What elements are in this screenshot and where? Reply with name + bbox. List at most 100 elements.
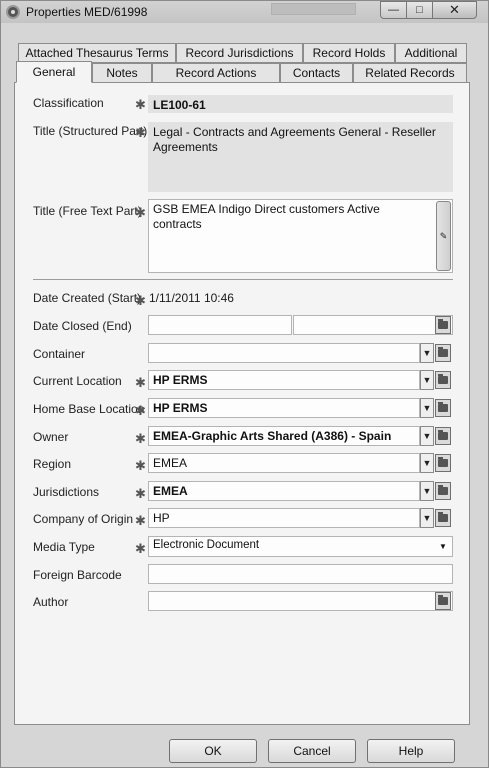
company-of-origin-field[interactable]: HP [148, 508, 420, 528]
region-label: Region [33, 457, 72, 471]
calendar-button[interactable] [435, 316, 451, 334]
foreign-barcode-field[interactable] [148, 564, 453, 584]
folder-icon [438, 595, 448, 605]
chevron-down-icon: ▼ [422, 431, 432, 441]
date-created-label: Date Created (Start) [33, 291, 142, 305]
minimize-icon: — [388, 4, 399, 16]
home-base-location-field[interactable]: HP ERMS [148, 398, 420, 418]
tab-record-actions[interactable]: Record Actions [152, 63, 280, 83]
asterisk-icon: ✱ [135, 458, 146, 473]
author-field[interactable] [148, 591, 453, 611]
current-location-browse-button[interactable] [435, 371, 451, 389]
tab-record-jurisdictions[interactable]: Record Jurisdictions [176, 43, 303, 63]
title-free-field[interactable]: GSB EMEA Indigo Direct customers Active … [148, 199, 453, 273]
background-window-ghost [271, 3, 356, 15]
chevron-down-icon: ▼ [422, 486, 432, 496]
asterisk-icon: ✱ [135, 486, 146, 501]
tab-additional[interactable]: Additional [395, 43, 467, 63]
home-base-location-label: Home Base Location [33, 402, 145, 416]
folder-icon [438, 374, 448, 384]
asterisk-icon: ✱ [135, 205, 146, 220]
jurisdictions-field[interactable]: EMEA [148, 481, 420, 501]
help-button[interactable]: Help [367, 739, 455, 763]
classification-label: Classification [33, 96, 104, 110]
folder-icon [438, 347, 448, 357]
jurisdictions-browse-button[interactable] [435, 482, 451, 500]
properties-window: Properties MED/61998 — □ ✕ Attached Thes… [0, 0, 489, 768]
jurisdictions-label: Jurisdictions [33, 485, 100, 499]
owner-field[interactable]: EMEA-Graphic Arts Shared (A386) - Spain [148, 426, 420, 446]
tab-record-holds[interactable]: Record Holds [303, 43, 395, 63]
date-created-value: 1/11/2011 10:46 [149, 291, 234, 305]
owner-label: Owner [33, 430, 69, 444]
region-dropdown[interactable]: ▼ [420, 453, 434, 473]
asterisk-icon: ✱ [135, 97, 146, 112]
home-base-location-browse-button[interactable] [435, 399, 451, 417]
company-of-origin-browse-button[interactable] [435, 509, 451, 527]
company-of-origin-label: Company of Origin [33, 512, 134, 526]
maximize-button[interactable]: □ [406, 1, 433, 19]
chevron-down-icon: ▼ [439, 542, 447, 551]
calendar-icon [438, 319, 448, 329]
separator [33, 279, 453, 280]
asterisk-icon: ✱ [135, 431, 146, 446]
app-icon [6, 5, 20, 19]
close-icon: ✕ [449, 2, 460, 17]
current-location-label: Current Location [33, 374, 122, 388]
tab-attached-thesaurus-terms[interactable]: Attached Thesaurus Terms [18, 43, 176, 63]
tab-general[interactable]: General [16, 61, 92, 83]
title-structured-label: Title (Structured Part) [33, 124, 148, 138]
media-type-label: Media Type [33, 540, 95, 554]
cancel-button[interactable]: Cancel [268, 739, 356, 763]
author-browse-button[interactable] [435, 592, 451, 610]
tab-related-records[interactable]: Related Records [353, 63, 467, 83]
title-structured-field[interactable]: Legal - Contracts and Agreements General… [148, 122, 453, 192]
owner-browse-button[interactable] [435, 427, 451, 445]
foreign-barcode-label: Foreign Barcode [33, 568, 122, 582]
container-browse-button[interactable] [435, 344, 451, 362]
asterisk-icon: ✱ [135, 293, 146, 308]
asterisk-icon: ✱ [135, 541, 146, 556]
current-location-field[interactable]: HP ERMS [148, 370, 420, 390]
date-closed-time-field[interactable] [293, 315, 453, 335]
asterisk-icon: ✱ [135, 375, 146, 390]
window-title: Properties MED/61998 [26, 5, 148, 19]
spellcheck-icon: ✎ [439, 230, 448, 241]
container-dropdown[interactable]: ▼ [420, 343, 434, 363]
ok-button[interactable]: OK [169, 739, 257, 763]
title-free-label: Title (Free Text Part) [33, 204, 142, 218]
folder-icon [438, 402, 448, 412]
container-label: Container [33, 347, 86, 361]
current-location-dropdown[interactable]: ▼ [420, 370, 434, 390]
spellcheck-button[interactable]: ✎ [436, 201, 451, 271]
date-closed-label: Date Closed (End) [33, 319, 132, 333]
maximize-icon: □ [416, 4, 423, 16]
chevron-down-icon: ▼ [422, 403, 432, 413]
media-type-select[interactable]: Electronic Document [148, 536, 453, 557]
jurisdictions-dropdown[interactable]: ▼ [420, 481, 434, 501]
home-base-location-dropdown[interactable]: ▼ [420, 398, 434, 418]
chevron-down-icon: ▼ [422, 348, 432, 358]
author-label: Author [33, 595, 69, 609]
chevron-down-icon: ▼ [422, 375, 432, 385]
tab-notes[interactable]: Notes [92, 63, 152, 83]
container-field[interactable] [148, 343, 420, 363]
date-closed-date-field[interactable] [148, 315, 292, 335]
region-field[interactable]: EMEA [148, 453, 420, 473]
owner-dropdown[interactable]: ▼ [420, 426, 434, 446]
folder-icon [438, 512, 448, 522]
asterisk-icon: ✱ [135, 403, 146, 418]
close-button[interactable]: ✕ [432, 1, 477, 19]
folder-icon [438, 457, 448, 467]
region-browse-button[interactable] [435, 454, 451, 472]
folder-icon [438, 485, 448, 495]
chevron-down-icon: ▼ [422, 513, 432, 523]
asterisk-icon: ✱ [135, 125, 146, 140]
chevron-down-icon: ▼ [422, 458, 432, 468]
company-of-origin-dropdown[interactable]: ▼ [420, 508, 434, 528]
classification-field[interactable]: LE100-61 [148, 95, 453, 113]
tab-contacts[interactable]: Contacts [280, 63, 353, 83]
folder-icon [438, 430, 448, 440]
asterisk-icon: ✱ [135, 513, 146, 528]
minimize-button[interactable]: — [380, 1, 407, 19]
